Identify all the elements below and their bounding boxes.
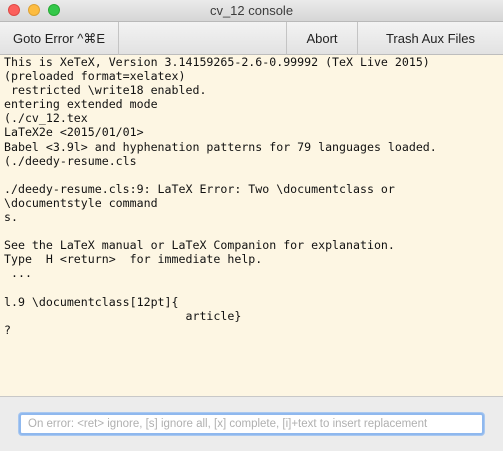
console-line: ./deedy-resume.cls:9: LaTeX Error: Two \… [4, 181, 395, 196]
trash-aux-files-button[interactable]: Trash Aux Files [358, 22, 503, 55]
console-line: (preloaded format=xelatex) [4, 69, 186, 84]
input-area [0, 397, 503, 451]
window-title: cv_12 console [209, 3, 294, 18]
console-line: \documentstyle command [4, 195, 158, 210]
console-line: entering extended mode [4, 97, 158, 112]
console-line: article} [4, 308, 242, 323]
console-line: (./cv_12.tex [4, 111, 88, 126]
console-line: restricted \write18 enabled. [4, 83, 207, 98]
goto-error-button[interactable]: Goto Error ^⌘E [0, 22, 119, 55]
console-line: Type H <return> for immediate help. [4, 252, 263, 267]
console-output: This is XeTeX, Version 3.14159265-2.6-0.… [0, 55, 503, 397]
console-command-input[interactable] [19, 413, 484, 435]
console-line: This is XeTeX, Version 3.14159265-2.6-0.… [4, 55, 430, 69]
console-line: (./deedy-resume.cls [4, 153, 137, 168]
console-line: l.9 \documentclass[12pt]{ [4, 294, 179, 309]
console-line: Babel <3.9l> and hyphenation patterns fo… [4, 139, 437, 154]
console-line: See the LaTeX manual or LaTeX Companion … [4, 238, 395, 253]
console-line: LaTeX2e <2015/01/01> [4, 125, 144, 140]
title-bar: cv_12 console [0, 0, 503, 22]
console-line: s. [4, 210, 18, 225]
console-line: ? [4, 322, 11, 337]
console-log: This is XeTeX, Version 3.14159265-2.6-0.… [4, 55, 437, 337]
abort-button[interactable]: Abort [286, 22, 358, 55]
toolbar: Goto Error ^⌘E Abort Trash Aux Files [0, 22, 503, 55]
console-line: ... [4, 266, 32, 281]
